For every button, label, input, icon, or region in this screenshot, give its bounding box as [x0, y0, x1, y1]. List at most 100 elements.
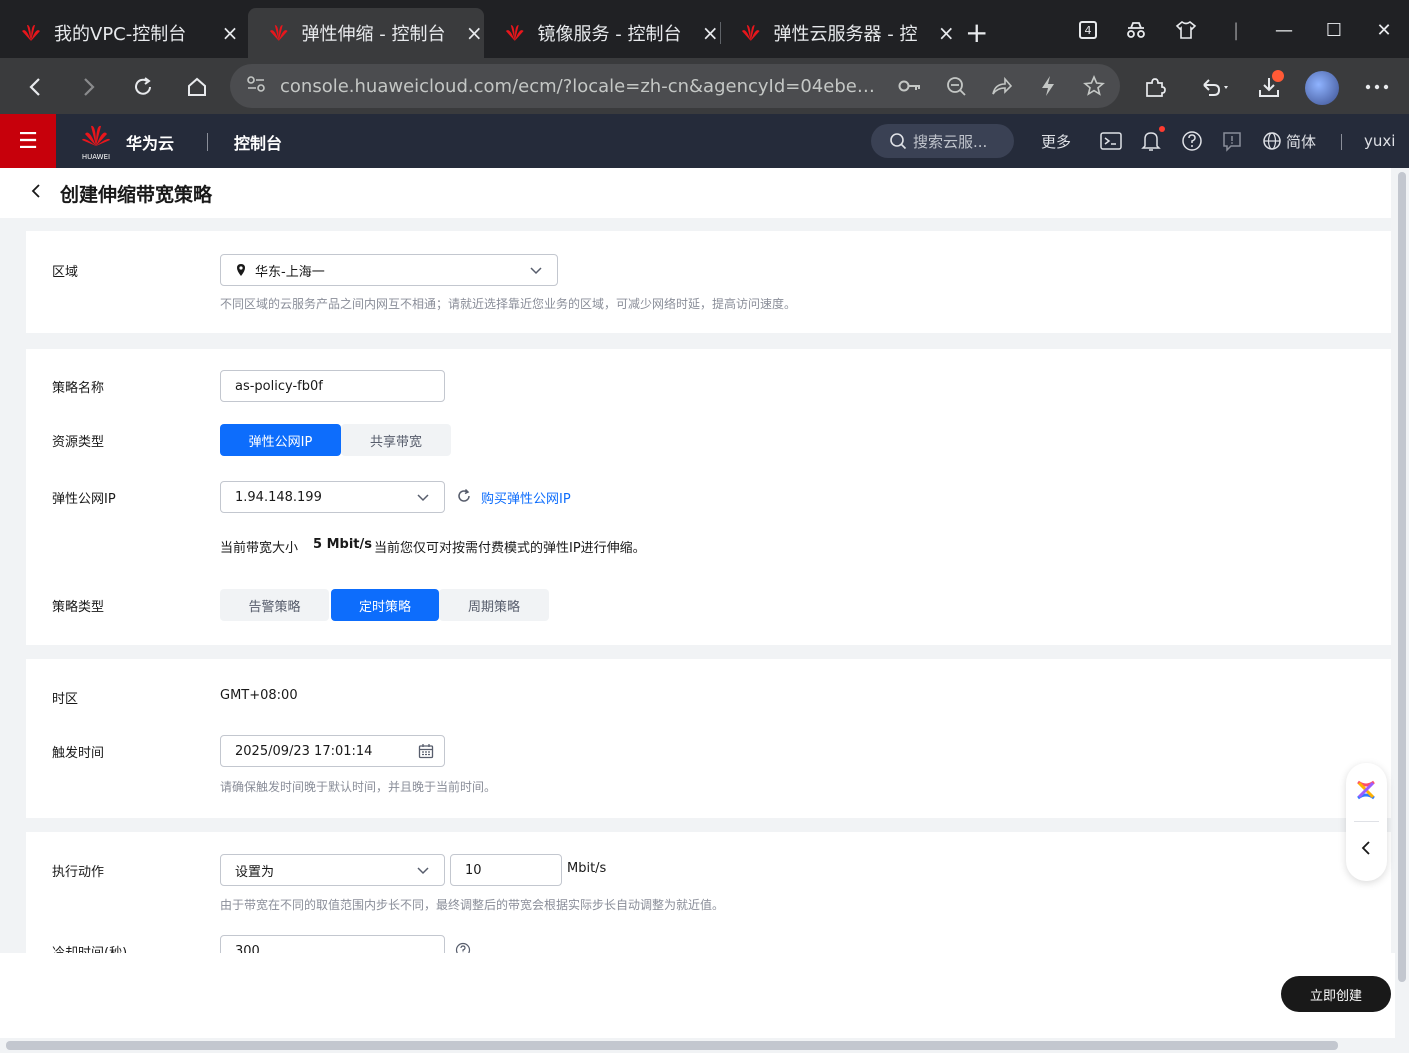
close-icon[interactable]: ×	[464, 21, 484, 45]
region-select[interactable]: 华东-上海一	[220, 254, 558, 286]
policy-type-label: 策略类型	[52, 600, 105, 615]
console-header: ☰ HUAWEI 华为云 控制台 搜索云服... 更多 简体 yuxi	[0, 114, 1409, 168]
notifications-button[interactable]	[1141, 128, 1161, 154]
chevron-down-icon	[417, 867, 429, 875]
brand-name[interactable]: 华为云	[126, 130, 174, 154]
browser-tab-ecs[interactable]: 弹性云服务器 - 控 ×	[720, 8, 956, 58]
policy-type-alarm-option[interactable]: 告警策略	[220, 589, 329, 621]
action-mode-value: 设置为	[235, 864, 275, 880]
browser-menu-button[interactable]	[1360, 70, 1394, 104]
profile-avatar[interactable]	[1305, 71, 1339, 105]
horizontal-scrollbar[interactable]	[0, 1038, 1409, 1053]
huawei-favicon-icon	[505, 25, 524, 41]
menu-icon: ☰	[18, 128, 38, 154]
back-button[interactable]	[18, 70, 52, 104]
bandwidth-value: 5 Mbit/s	[313, 537, 372, 552]
browser-tab-autoscaling[interactable]: 弹性伸缩 - 控制台 ×	[248, 8, 484, 58]
browser-tab-vpc[interactable]: 我的VPC-控制台 ×	[0, 8, 247, 58]
create-now-button[interactable]: 立即创建	[1281, 976, 1391, 1012]
undo-menu-button[interactable]	[1196, 70, 1236, 104]
puzzle-icon	[1146, 78, 1166, 97]
buy-eip-link[interactable]: 购买弹性公网IP	[481, 488, 571, 507]
home-icon	[188, 77, 206, 96]
huawei-logo-icon	[82, 125, 110, 146]
policy-type-toggle: 告警策略 定时策略 周期策略	[220, 589, 549, 621]
region-hint: 不同区域的云服务产品之间内网互不相通；请就近选择靠近您业务的区域，可减少网络时延…	[220, 297, 797, 311]
password-key-icon[interactable]	[894, 72, 926, 100]
scrollbar-thumb[interactable]	[6, 1041, 1338, 1050]
lightning-icon[interactable]	[1032, 72, 1064, 100]
share-icon[interactable]	[986, 72, 1018, 100]
feedback-button[interactable]	[1221, 128, 1243, 154]
back-nav-button[interactable]	[30, 182, 42, 205]
policy-type-scheduled-option[interactable]: 定时策略	[331, 589, 439, 621]
eip-select[interactable]: 1.94.148.199	[220, 481, 445, 513]
chevron-left-icon	[31, 184, 40, 198]
extensions-button[interactable]	[1138, 70, 1172, 104]
help-button[interactable]	[1181, 128, 1203, 154]
action-mode-select[interactable]: 设置为	[220, 854, 445, 886]
feedback-icon	[1223, 132, 1241, 152]
search-placeholder: 搜索云服...	[913, 132, 988, 151]
browser-tab-image-service[interactable]: 镜像服务 - 控制台 ×	[484, 8, 720, 58]
new-tab-button[interactable]: +	[965, 16, 988, 49]
service-menu-button[interactable]: ☰	[0, 114, 56, 168]
close-icon[interactable]: ×	[936, 21, 956, 45]
bandwidth-amount-input[interactable]: 10	[450, 854, 562, 886]
resource-type-toggle: 弹性公网IP 共享带宽	[220, 424, 451, 456]
tab-label: 弹性云服务器 - 控	[773, 24, 918, 45]
incognito-button[interactable]	[1114, 10, 1158, 50]
tab-count-button[interactable]: 4	[1066, 10, 1110, 50]
tab-label: 镜像服务 - 控制台	[537, 24, 682, 45]
header-divider	[1341, 134, 1342, 150]
search-icon	[890, 133, 907, 150]
zoom-out-icon[interactable]	[940, 72, 972, 100]
language-switch[interactable]: 简体	[1262, 128, 1316, 154]
bandwidth-prefix: 当前带宽大小	[220, 541, 299, 556]
calendar-icon[interactable]	[418, 743, 434, 759]
action-hint: 由于带宽在不同的取值范围内步长不同，最终调整后的带宽会根据实际步长自动调整为就近…	[220, 898, 725, 912]
arrow-left-icon	[29, 78, 40, 96]
scrollbar-thumb[interactable]	[1398, 172, 1406, 982]
maximize-button[interactable]: ☐	[1312, 10, 1356, 50]
window-close-button[interactable]: ✕	[1362, 10, 1406, 50]
help-icon	[1182, 131, 1202, 151]
extension-shirt-button[interactable]	[1164, 10, 1208, 50]
header-divider	[207, 133, 208, 151]
policy-type-periodic-option[interactable]: 周期策略	[439, 589, 549, 621]
notification-badge-icon	[1159, 126, 1165, 132]
trigger-time-label: 触发时间	[52, 746, 105, 761]
resource-type-eip-option[interactable]: 弹性公网IP	[220, 424, 341, 456]
close-icon[interactable]: ×	[220, 21, 240, 45]
address-bar[interactable]: console.huaweicloud.com/ecm/?locale=zh-c…	[230, 64, 1120, 108]
refresh-eip-button[interactable]	[456, 488, 472, 508]
site-settings-icon[interactable]	[246, 75, 270, 97]
huawei-logo[interactable]: HUAWEI	[80, 124, 112, 161]
vertical-scrollbar[interactable]	[1395, 168, 1409, 1038]
language-label: 简体	[1286, 132, 1317, 151]
eip-label: 弹性公网IP	[52, 492, 116, 507]
collapse-panel-button[interactable]	[1360, 839, 1372, 862]
chevron-down-icon	[417, 494, 429, 502]
url-text[interactable]: console.huaweicloud.com/ecm/?locale=zh-c…	[280, 76, 880, 97]
cloud-search-input[interactable]: 搜索云服...	[871, 124, 1014, 158]
console-link[interactable]: 控制台	[234, 130, 282, 154]
more-menu[interactable]: 更多	[1041, 128, 1071, 154]
bookmark-star-icon[interactable]	[1078, 72, 1110, 100]
assistant-logo-icon[interactable]	[1355, 779, 1377, 801]
minimize-button[interactable]: —	[1262, 10, 1306, 50]
forward-button[interactable]	[72, 70, 106, 104]
trigger-time-input[interactable]: 2025/09/23 17:01:14	[220, 735, 445, 767]
reload-button[interactable]	[126, 70, 160, 104]
resource-type-shared-bandwidth-option[interactable]: 共享带宽	[341, 424, 451, 456]
schedule-card: 时区 GMT+08:00 触发时间 2025/09/23 17:01:14 请确…	[26, 659, 1391, 818]
bell-icon	[1141, 132, 1161, 151]
user-menu[interactable]: yuxi	[1364, 128, 1395, 154]
close-icon[interactable]: ×	[700, 21, 720, 45]
huawei-logo-text: HUAWEI	[81, 153, 111, 161]
policy-name-value: as-policy-fb0f	[235, 378, 323, 394]
home-button[interactable]	[180, 70, 214, 104]
more-dots-icon	[1365, 84, 1389, 90]
cloud-shell-button[interactable]	[1100, 128, 1122, 154]
policy-name-input[interactable]: as-policy-fb0f	[220, 370, 445, 402]
